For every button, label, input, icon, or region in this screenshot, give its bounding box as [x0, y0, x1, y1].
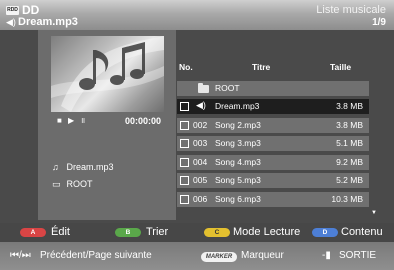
song-title: Song 3.mp3 [215, 138, 261, 148]
header-bar: RDD DD Liste musicale ◀) Dream.mp3 1/9 [0, 0, 394, 30]
checkbox[interactable] [180, 121, 189, 130]
folder-info-label: ROOT [66, 179, 93, 189]
file-list: No. Titre Taille ROOT ◀) Dream.mp3 3.8 M… [177, 62, 382, 220]
list-item[interactable]: 002 Song 2.mp3 3.8 MB [177, 118, 369, 133]
stop-play-pause-icon: ■ ▶ ॥ [57, 116, 88, 125]
song-number: 005 [193, 175, 208, 185]
music-list-screen: RDD DD Liste musicale ◀) Dream.mp3 1/9 ■… [0, 0, 394, 270]
file-info-row: ♫ Dream.mp3 [52, 162, 114, 172]
file-info-label: Dream.mp3 [66, 162, 114, 172]
song-size: 9.2 MB [336, 157, 363, 167]
song-size: 5.2 MB [336, 175, 363, 185]
song-size: 3.8 MB [336, 101, 363, 111]
music-note-icon: ♫ [52, 162, 59, 172]
hdd-icon: RDD [6, 6, 19, 15]
speaker-icon: ◀) [6, 17, 16, 27]
song-number: 006 [193, 194, 208, 204]
edit-label: Édit [51, 226, 70, 238]
device-label: DD [22, 3, 40, 17]
checkbox[interactable] [180, 195, 189, 204]
page-indicator: 1/9 [372, 17, 386, 28]
song-title: Song 6.mp3 [215, 194, 261, 204]
list-item[interactable]: 006 Song 6.mp3 10.3 MB [177, 192, 369, 207]
song-title: Song 4.mp3 [215, 157, 261, 167]
folder-icon: ▭ [52, 179, 61, 189]
list-item[interactable]: 005 Song 5.mp3 5.2 MB [177, 173, 369, 188]
checkbox[interactable] [180, 102, 189, 111]
marker-label: Marqueur [241, 250, 284, 261]
song-size: 5.1 MB [336, 138, 363, 148]
song-size: 10.3 MB [331, 194, 363, 204]
play-mode-label: Mode Lecture [233, 226, 301, 238]
speaker-icon: ◀) [196, 100, 206, 110]
column-header-size: Taille [330, 62, 352, 72]
song-title: Dream.mp3 [215, 101, 260, 111]
checkbox[interactable] [180, 139, 189, 148]
song-number: 003 [193, 138, 208, 148]
song-number: 004 [193, 157, 208, 167]
sort-label: Trier [146, 226, 169, 238]
song-size: 3.8 MB [336, 120, 363, 130]
column-header-title: Titre [252, 62, 271, 72]
list-item[interactable]: 003 Song 3.mp3 5.1 MB [177, 136, 369, 151]
music-thumbnail [51, 36, 164, 112]
screen-title: Liste musicale [316, 4, 386, 16]
a-key-icon: A [20, 228, 46, 237]
exit-label[interactable]: SORTIE [339, 250, 376, 261]
d-key-icon: D [312, 228, 338, 237]
list-item[interactable]: 004 Song 4.mp3 9.2 MB [177, 155, 369, 170]
b-key-icon: B [115, 228, 141, 237]
marker-key-icon[interactable]: MARKER [201, 252, 237, 262]
content-label: Contenu [341, 226, 383, 238]
song-title: Song 2.mp3 [215, 120, 261, 130]
folder-info-row: ▭ ROOT [52, 179, 93, 190]
exit-icon[interactable]: -▮ [322, 250, 331, 261]
playback-controls: ■ ▶ ॥ 00:00:00 [51, 114, 164, 128]
checkbox[interactable] [180, 176, 189, 185]
folder-icon [198, 83, 209, 93]
song-number: 002 [193, 120, 208, 130]
prev-next-page-label: Précédent/Page suivante [40, 250, 152, 261]
playback-time: 00:00:00 [124, 116, 161, 126]
column-header-no: No. [179, 62, 193, 72]
current-file-label: Dream.mp3 [18, 16, 78, 28]
preview-panel: ■ ▶ ॥ 00:00:00 ♫ Dream.mp3 ▭ ROOT [38, 30, 176, 220]
action-bar: A Édit B Trier C Mode Lecture D Contenu [0, 223, 394, 242]
list-item[interactable]: ◀) Dream.mp3 3.8 MB [177, 99, 369, 114]
song-title: Song 5.mp3 [215, 175, 261, 185]
scroll-down-icon[interactable]: ▼ [371, 210, 377, 216]
checkbox[interactable] [180, 158, 189, 167]
music-notes-icon [51, 36, 164, 112]
c-key-icon: C [204, 228, 230, 237]
skip-prev-next-icon: ⏮/⏭ [10, 250, 31, 261]
root-folder-label: ROOT [215, 83, 240, 93]
navigation-bar: ⏮/⏭ Précédent/Page suivante MARKER Marqu… [0, 242, 394, 270]
list-item-root-folder[interactable]: ROOT [177, 81, 369, 96]
